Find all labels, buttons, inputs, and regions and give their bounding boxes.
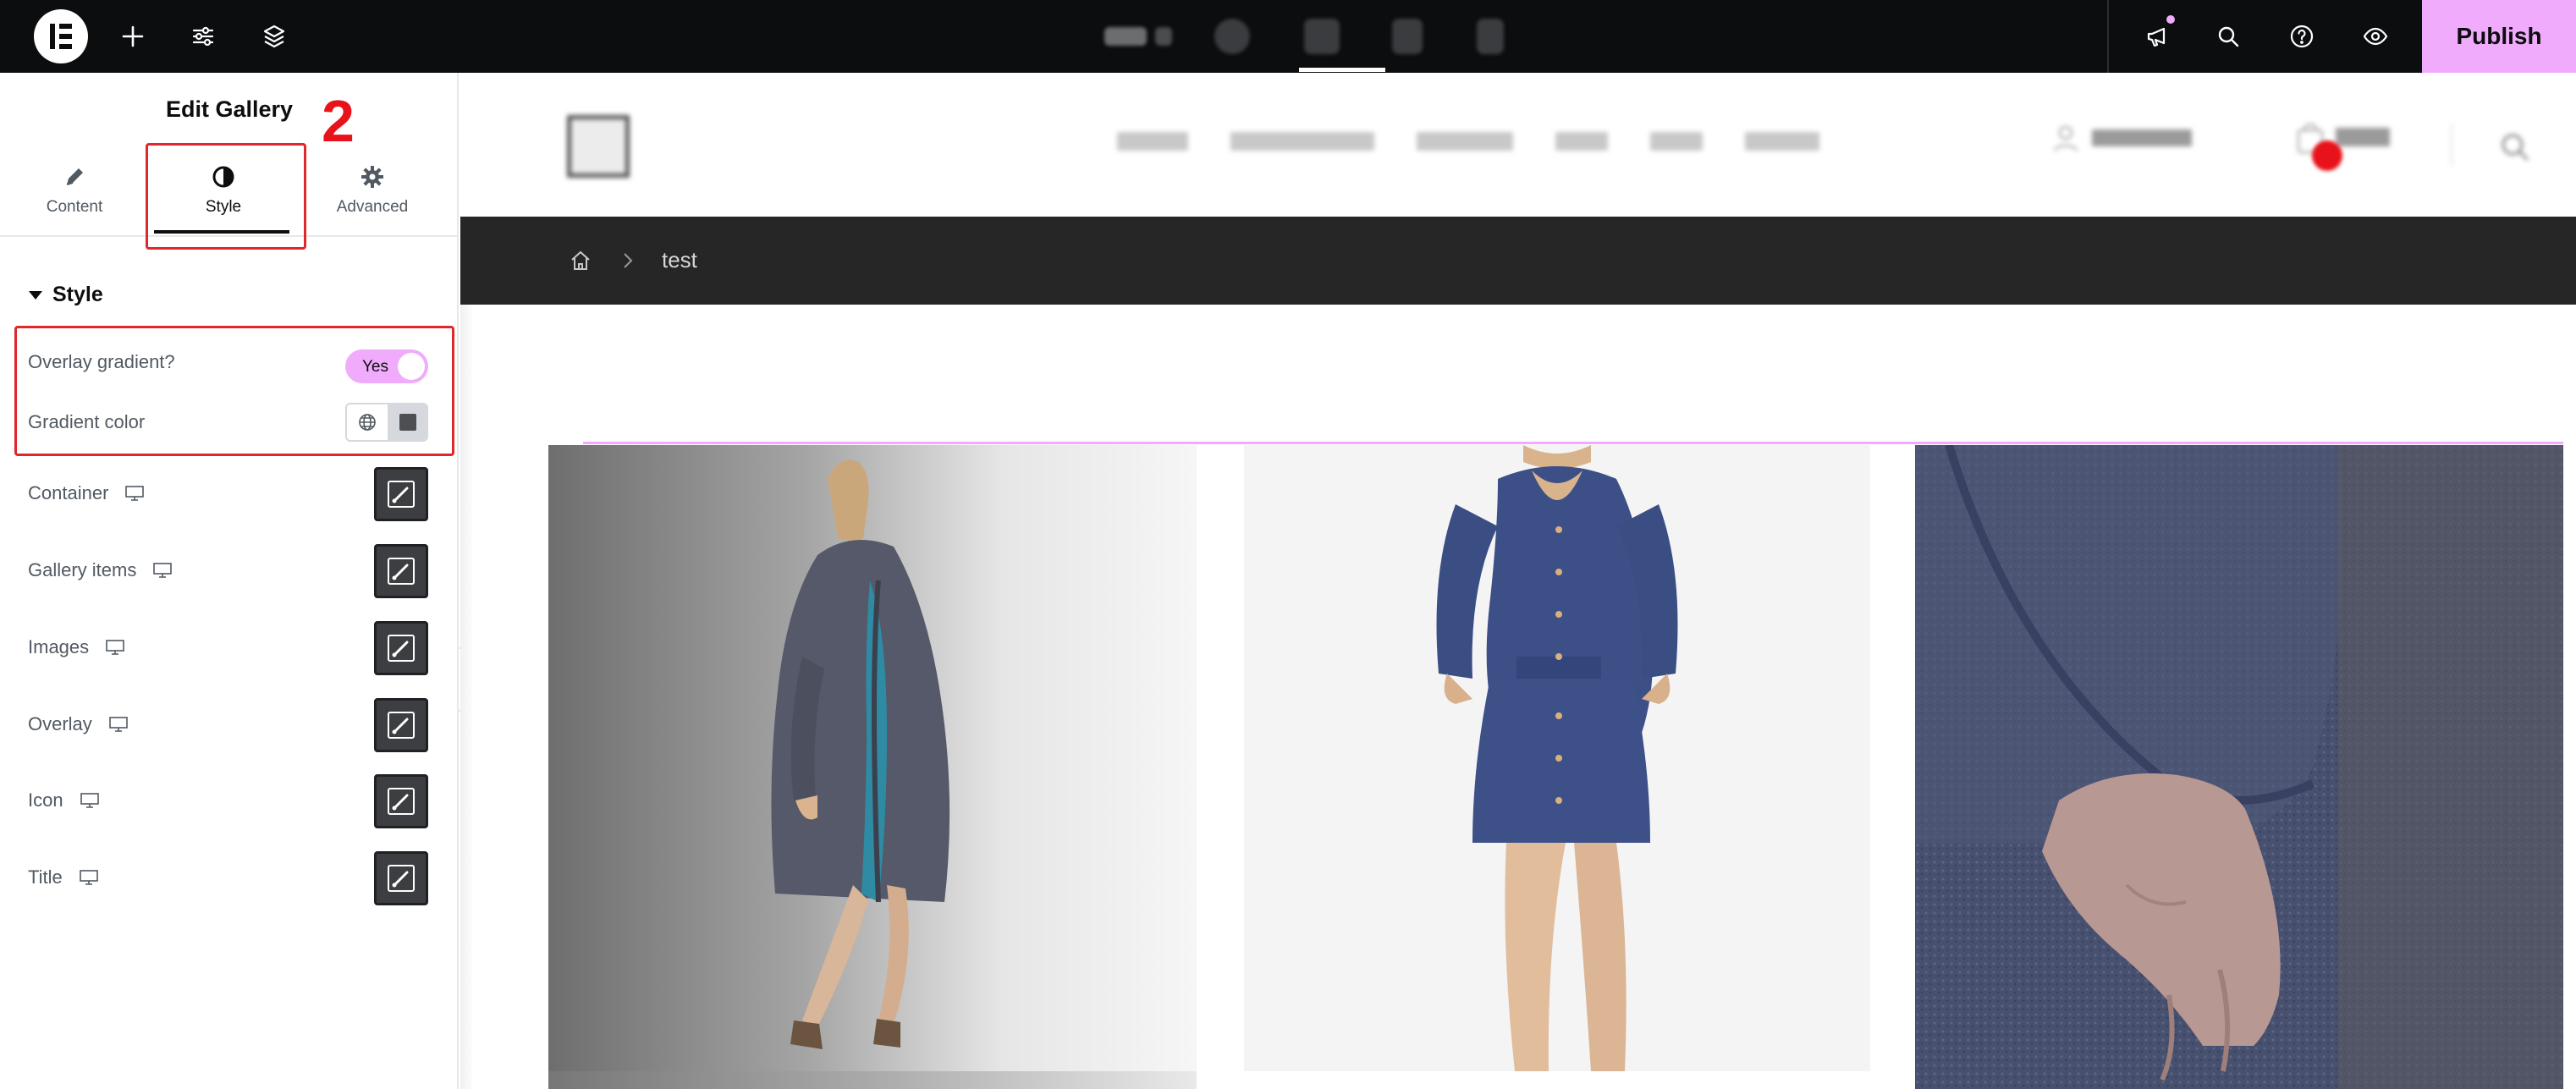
editor-topbar: Publish [0, 0, 2576, 73]
section-title: Style [52, 283, 103, 306]
style-group-label: Container [28, 482, 109, 503]
style-group-container: Container [28, 476, 434, 510]
icon-style-edit-button[interactable] [374, 774, 428, 828]
tab-content[interactable]: Content [0, 144, 149, 237]
search-icon[interactable] [2211, 19, 2245, 53]
active-device-underline [1299, 68, 1385, 72]
settings-sliders-icon[interactable] [186, 19, 220, 53]
desktop-icon [153, 563, 173, 578]
breadcrumb: test [460, 217, 2576, 305]
gear-icon [361, 166, 383, 188]
style-group-label: Title [28, 866, 63, 888]
style-group-label: Gallery items [28, 559, 137, 580]
gallery-item-coat-bottom [548, 1071, 1197, 1089]
annotation-box-overlay-controls [14, 326, 454, 456]
brush-icon [388, 481, 415, 508]
brush-icon [388, 635, 415, 662]
help-icon[interactable] [2285, 19, 2319, 53]
topbar-divider [2107, 0, 2109, 73]
site-search-icon [2498, 130, 2532, 168]
device-switcher [1071, 8, 1544, 64]
desktop-icon [79, 870, 98, 885]
tab-advanced[interactable]: Advanced [298, 144, 447, 237]
style-group-title: Title [28, 861, 434, 894]
layers-icon[interactable] [257, 19, 291, 53]
annotation-step-2: 2 [322, 88, 355, 154]
annotation-box-style-tab [146, 143, 306, 250]
desktop-device-icon[interactable] [1304, 19, 1340, 54]
brush-icon [388, 788, 415, 815]
tab-advanced-label: Advanced [336, 198, 409, 216]
overlay-style-edit-button[interactable] [374, 698, 428, 752]
gallery-image-coat [771, 459, 950, 1049]
container-style-edit-button[interactable] [374, 467, 428, 521]
style-group-gallery-items: Gallery items [28, 553, 434, 587]
style-group-label: Icon [28, 789, 63, 811]
brush-icon [388, 865, 415, 892]
gallery-item-dress-bottom [1244, 1071, 1870, 1089]
gallery-item-coat[interactable] [548, 445, 1197, 1071]
style-group-label: Overlay [28, 713, 92, 734]
publish-button[interactable]: Publish [2422, 0, 2576, 73]
desktop-icon [125, 486, 145, 501]
cart-link [2295, 120, 2390, 154]
preview-eye-icon[interactable] [2359, 19, 2392, 53]
caret-down-icon [29, 290, 42, 300]
site-nav [1117, 132, 1819, 151]
brush-icon [388, 712, 415, 739]
tab-content-label: Content [46, 198, 103, 216]
gallery-item-sleeve[interactable] [1915, 445, 2563, 1089]
desktop-icon [106, 640, 124, 655]
section-toggle-style[interactable]: Style [29, 283, 103, 307]
user-icon [2054, 126, 2078, 151]
gallery-image-dress [1436, 445, 1678, 1071]
notification-dot [2165, 14, 2177, 25]
site-header [460, 73, 2576, 217]
style-group-overlay: Overlay [28, 707, 434, 741]
widget-selection-line [583, 442, 2563, 444]
style-group-images: Images [28, 630, 434, 664]
add-icon[interactable] [116, 19, 150, 53]
gallery-image-sleeve [1915, 445, 2563, 1089]
brush-icon [388, 558, 415, 585]
preview-canvas: test [460, 73, 2576, 1089]
style-group-label: Images [28, 636, 90, 657]
gallery-item-dress[interactable] [1244, 445, 1870, 1071]
images-style-edit-button[interactable] [374, 621, 428, 675]
elementor-logo-icon[interactable] [34, 9, 88, 63]
style-group-icon: Icon [28, 784, 434, 817]
desktop-icon [108, 717, 128, 732]
gallery-items-style-edit-button[interactable] [374, 544, 428, 598]
account-link [2051, 124, 2192, 152]
home-icon[interactable] [569, 249, 592, 272]
site-logo [567, 115, 630, 178]
desktop-icon [80, 793, 99, 808]
panel-title: Edit Gallery [165, 96, 294, 122]
title-style-edit-button[interactable] [374, 851, 428, 905]
cart-count-badge [2312, 140, 2342, 171]
header-divider [2451, 124, 2452, 166]
pencil-icon [66, 168, 83, 185]
chevron-right-icon [624, 253, 633, 268]
breadcrumb-current: test [662, 247, 697, 272]
